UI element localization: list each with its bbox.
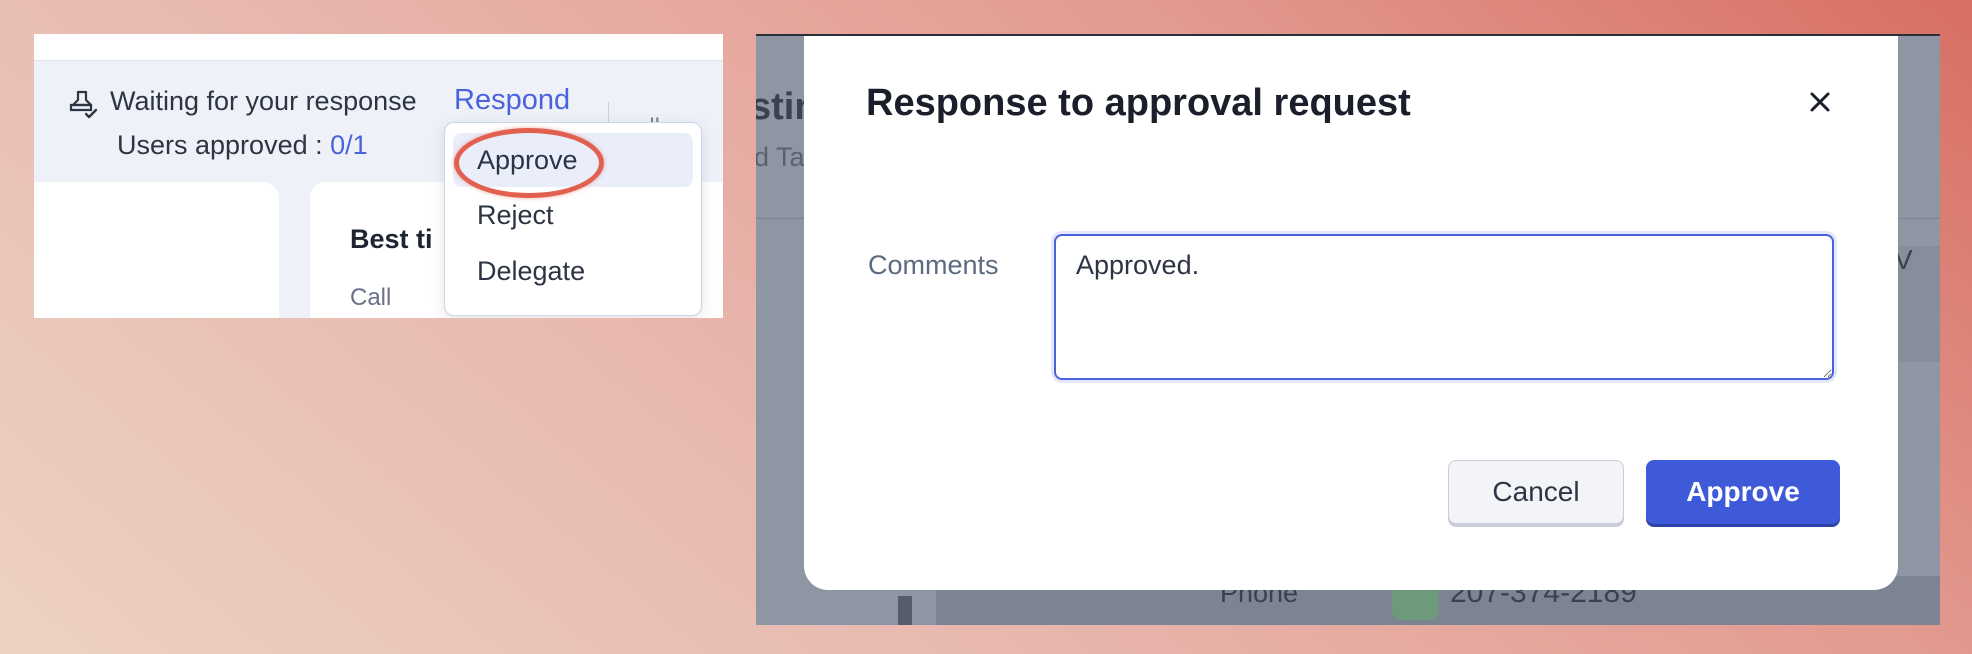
modal-title: Response to approval request [866, 82, 1411, 124]
users-approved-count[interactable]: 0/1 [330, 130, 368, 160]
approve-button[interactable]: Approve [1646, 460, 1840, 524]
approval-stamp-icon [69, 90, 98, 119]
top-bar [34, 34, 723, 61]
approval-modal-screen: stin d Ta V Phone 207-374-2189 Response … [756, 34, 1940, 625]
highlight-annotation-ring [454, 128, 604, 198]
info-card [34, 182, 279, 318]
respond-link[interactable]: Respond [454, 84, 570, 117]
card-subtitle: Call [350, 284, 392, 311]
cancel-button[interactable]: Cancel [1448, 460, 1624, 524]
approval-response-modal: Response to approval request Comments Ap… [804, 36, 1898, 590]
users-approved-label: Users approved : [117, 130, 331, 160]
menu-item-delegate[interactable]: Delegate [453, 244, 693, 298]
background-subtitle: d Ta [756, 142, 805, 172]
comments-textarea[interactable]: Approved. [1054, 234, 1834, 380]
waiting-status-text: Waiting for your response [110, 86, 417, 116]
background-sidebar [898, 596, 912, 625]
menu-item-reject[interactable]: Reject [453, 188, 693, 242]
comments-label: Comments [868, 250, 999, 280]
users-approved: Users approved : 0/1 [117, 130, 368, 161]
approval-panel: Waiting for your response Respond Users … [34, 34, 723, 318]
card-title: Best ti [350, 224, 433, 254]
close-icon[interactable] [1802, 84, 1838, 120]
